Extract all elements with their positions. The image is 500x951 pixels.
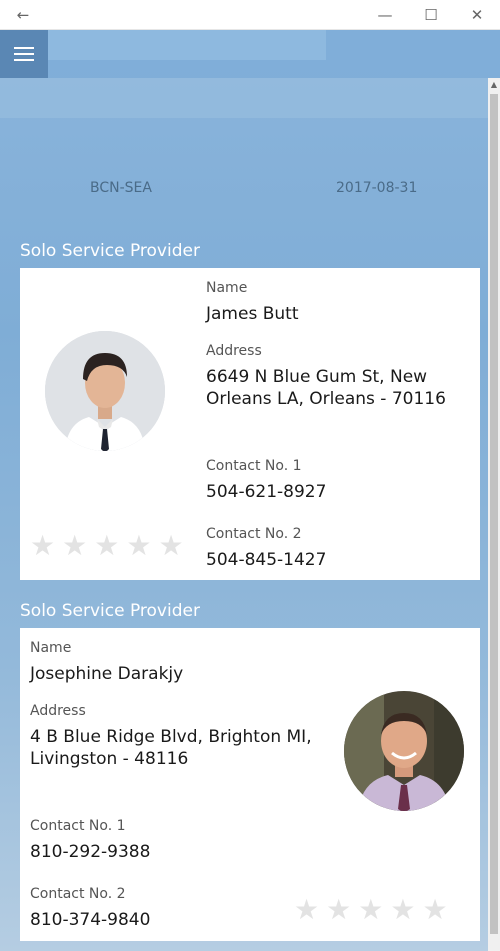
close-button[interactable]: ✕ — [454, 0, 500, 30]
provider-name: James Butt — [206, 304, 299, 324]
contact-2-label: Contact No. 2 — [206, 526, 302, 542]
address-label: Address — [30, 703, 86, 719]
provider-section-title: Solo Service Provider — [20, 601, 200, 621]
contact-1-value[interactable]: 810-292-9388 — [30, 841, 150, 863]
star-icon[interactable]: ★ — [422, 896, 447, 924]
header-band — [0, 78, 488, 118]
minimize-button[interactable]: — — [362, 0, 408, 30]
star-icon[interactable]: ★ — [158, 532, 183, 560]
name-label: Name — [206, 280, 248, 296]
header-accent — [48, 30, 326, 60]
route-code: BCN-SEA — [90, 180, 152, 196]
star-icon[interactable]: ★ — [30, 532, 55, 560]
address-line-2: Orleans LA, Orleans - 70116 — [206, 389, 446, 409]
star-icon[interactable]: ★ — [126, 532, 151, 560]
address-line-2: Livingston - 48116 — [30, 749, 189, 769]
star-icon[interactable]: ★ — [390, 896, 415, 924]
scrollbar-thumb[interactable] — [490, 94, 498, 934]
address-line-1: 4 B Blue Ridge Blvd, Brighton MI, — [30, 727, 312, 747]
contact-1-value[interactable]: 504-621-8927 — [206, 481, 326, 503]
contact-1-label: Contact No. 1 — [206, 458, 302, 474]
address-line-1: 6649 N Blue Gum St, New — [206, 367, 428, 387]
person-avatar — [344, 691, 464, 811]
rating-stars[interactable]: ★ ★ ★ ★ ★ — [30, 532, 184, 560]
provider-card[interactable]: ★ ★ ★ ★ ★ Name James Butt Address 6649 N… — [20, 268, 480, 580]
trip-date: 2017-08-31 — [336, 180, 418, 196]
name-label: Name — [30, 640, 72, 656]
provider-section-title: Solo Service Provider — [20, 241, 200, 261]
contact-2-value[interactable]: 810-374-9840 — [30, 909, 150, 931]
hamburger-menu-icon[interactable] — [0, 30, 48, 78]
person-avatar — [45, 331, 165, 451]
contact-1-label: Contact No. 1 — [30, 818, 126, 834]
star-icon[interactable]: ★ — [358, 896, 383, 924]
star-icon[interactable]: ★ — [94, 532, 119, 560]
window-title-bar: ← — ☐ ✕ — [0, 0, 500, 30]
rating-stars[interactable]: ★ ★ ★ ★ ★ — [294, 896, 448, 924]
contact-2-value[interactable]: 504-845-1427 — [206, 549, 326, 571]
back-arrow-icon[interactable]: ← — [0, 0, 46, 30]
star-icon[interactable]: ★ — [62, 532, 87, 560]
scroll-up-arrow-icon[interactable]: ▲ — [488, 78, 500, 92]
contact-2-label: Contact No. 2 — [30, 886, 126, 902]
address-label: Address — [206, 343, 262, 359]
star-icon[interactable]: ★ — [294, 896, 319, 924]
provider-name: Josephine Darakjy — [30, 664, 184, 684]
maximize-button[interactable]: ☐ — [408, 0, 454, 30]
provider-card[interactable]: Name Josephine Darakjy Address 4 B Blue … — [20, 628, 480, 941]
star-icon[interactable]: ★ — [326, 896, 351, 924]
